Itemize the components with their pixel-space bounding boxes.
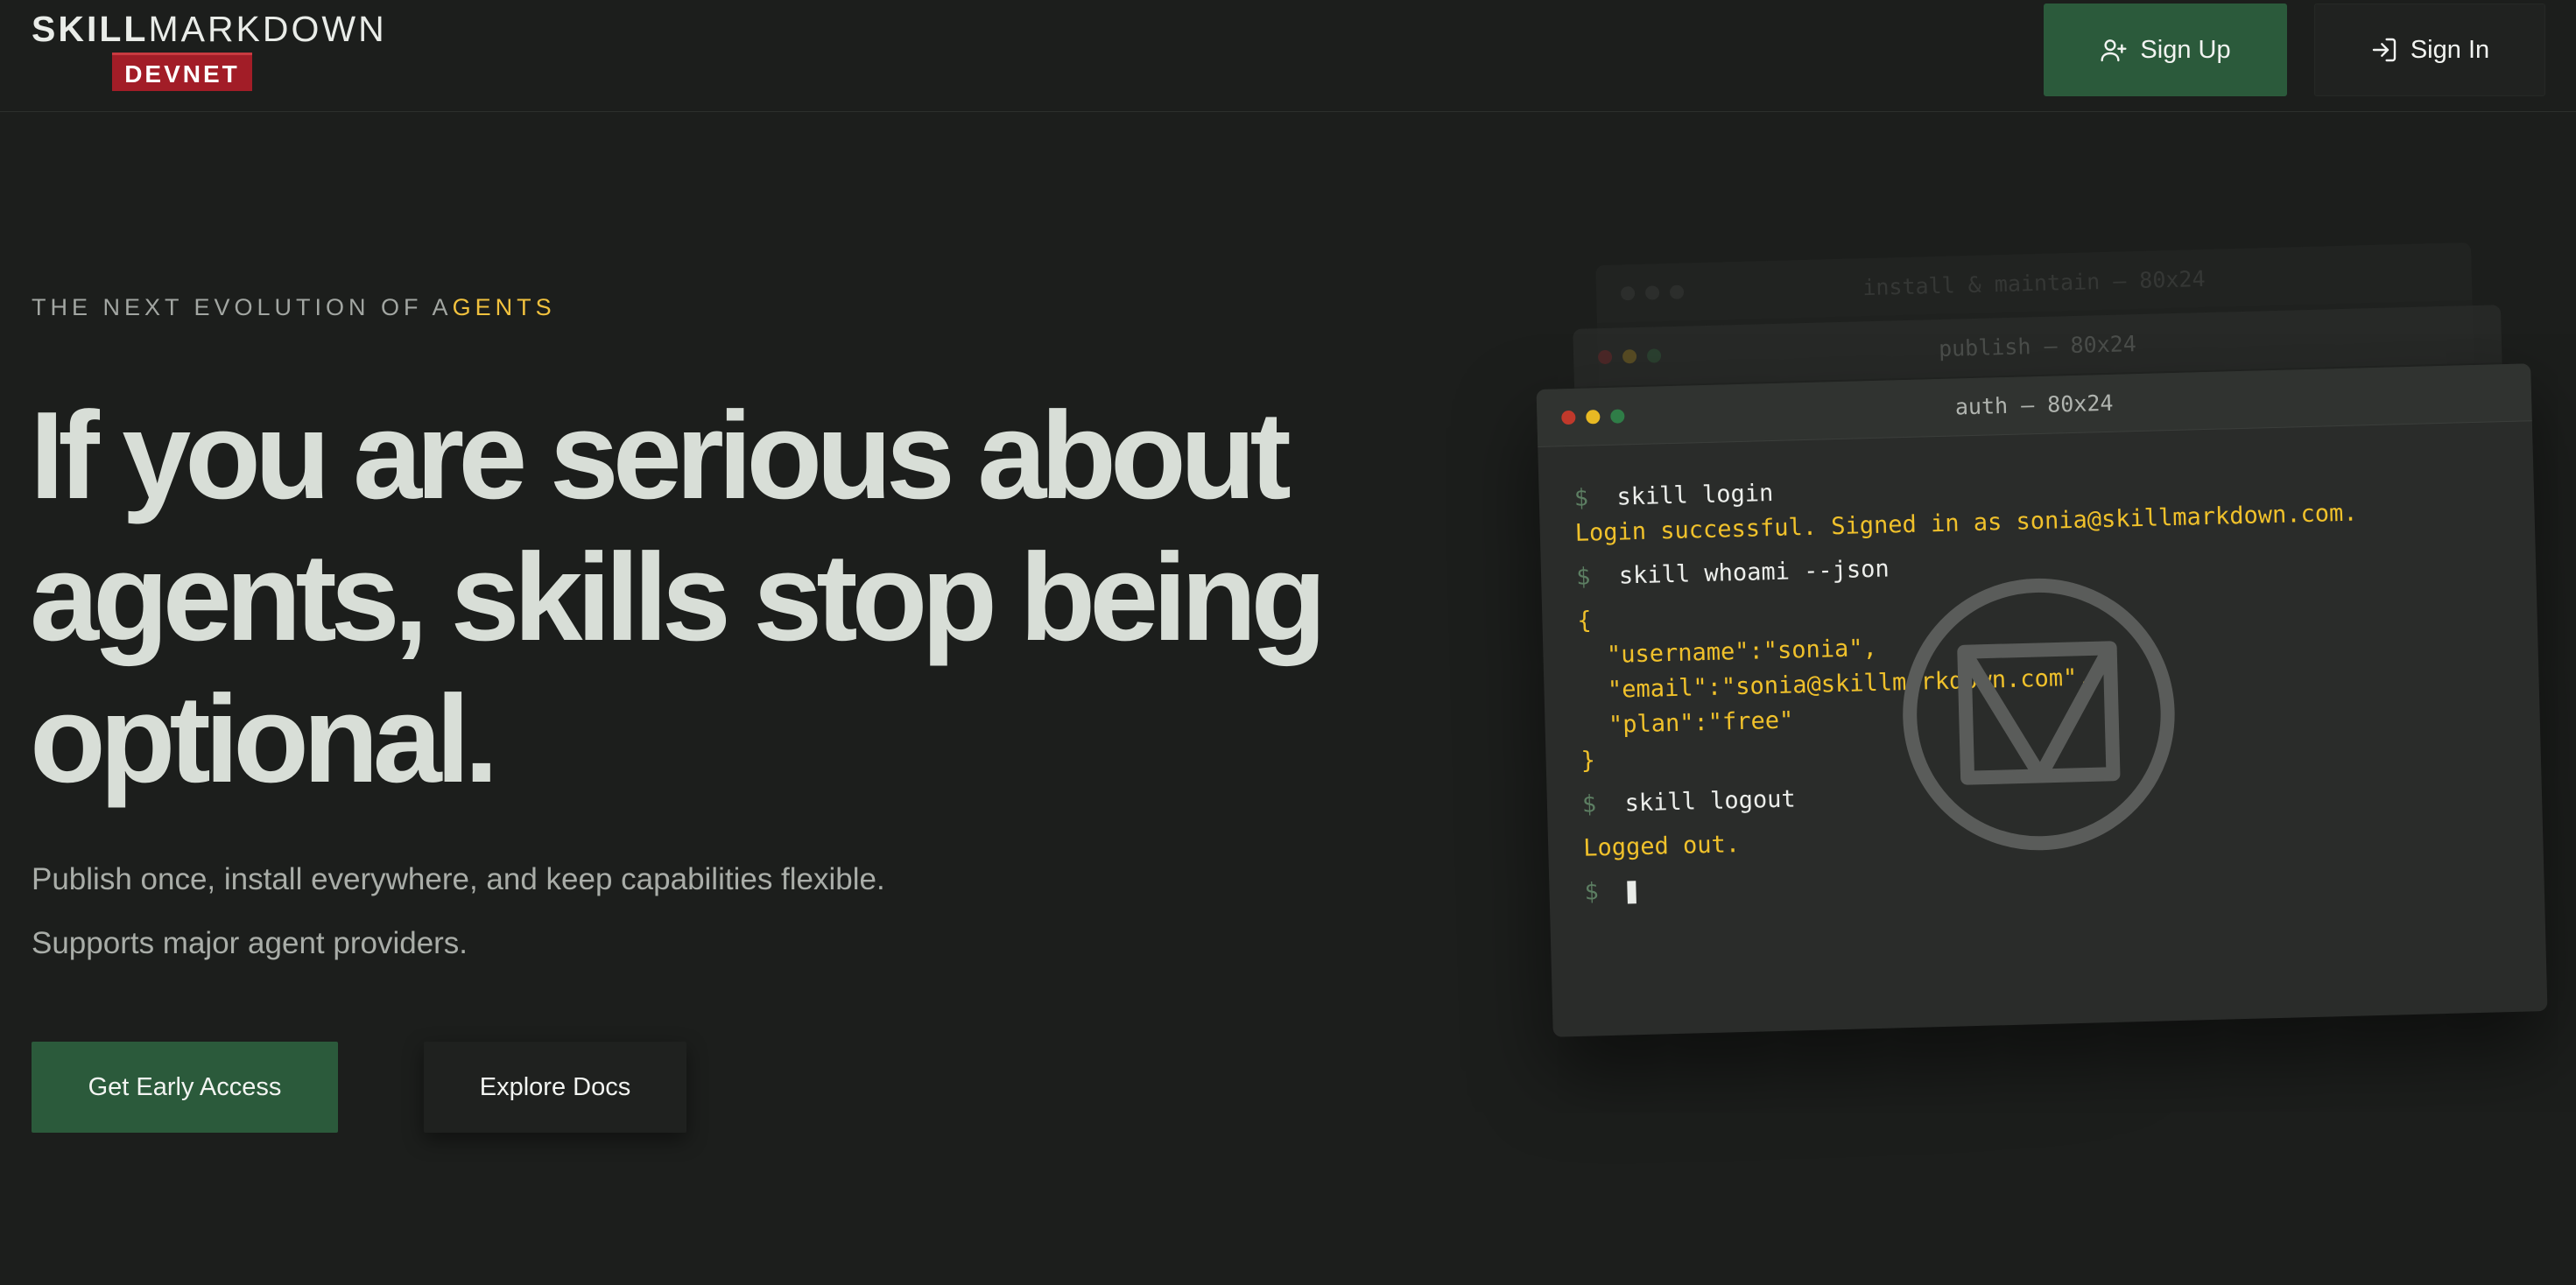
headline-line: If you are serious about <box>30 386 1292 525</box>
logo[interactable]: SKILLMARKDOWN DEVNET <box>32 9 384 96</box>
user-plus-icon <box>2101 39 2127 62</box>
sign-in-button[interactable]: Sign In <box>2314 4 2545 96</box>
skillmarkdown-m-logo-icon <box>1903 578 2175 851</box>
sign-in-icon <box>2372 38 2397 62</box>
hero-eyebrow: THE NEXT EVOLUTION OF AGENTS <box>32 294 556 320</box>
site-header: SKILLMARKDOWN DEVNET Sign Up Sign In <box>0 0 2576 112</box>
close-dot-icon <box>1561 410 1576 425</box>
headline-line: optional. <box>30 670 499 809</box>
terminal-title: publish — 80x24 <box>1938 330 2137 362</box>
terminal-title: install & maintain — 80x24 <box>1862 265 2206 300</box>
hero-subtitle: Publish once, install everywhere, and ke… <box>32 862 885 896</box>
maximize-dot-icon <box>1610 409 1625 424</box>
hero-headline: If you are serious about agents, skills … <box>30 385 1343 811</box>
minimize-dot-icon <box>1586 410 1601 425</box>
terminal-stack: install & maintain — 80x24 publish — 80x… <box>1506 236 2576 1094</box>
sign-in-label: Sign In <box>2410 35 2490 64</box>
hero-subtitle-providers: Supports major agent providers. <box>32 926 468 960</box>
get-early-access-button[interactable]: Get Early Access <box>32 1042 338 1133</box>
sign-up-button[interactable]: Sign Up <box>2044 4 2287 96</box>
terminal-cursor <box>1627 880 1636 903</box>
headline-line: agents, skills stop being <box>30 528 1327 667</box>
terminal-body: $ skill login Login successful. Signed i… <box>1538 421 2544 911</box>
logo-badge: DEVNET <box>112 53 252 91</box>
sign-up-label: Sign Up <box>2140 35 2231 64</box>
terminal-title: auth — 80x24 <box>1954 390 2114 420</box>
terminal-window-auth: auth — 80x24 $ skill login Login success… <box>1536 363 2548 1037</box>
logo-wordmark: SKILLMARKDOWN <box>32 9 387 49</box>
explore-docs-button[interactable]: Explore Docs <box>424 1042 686 1133</box>
